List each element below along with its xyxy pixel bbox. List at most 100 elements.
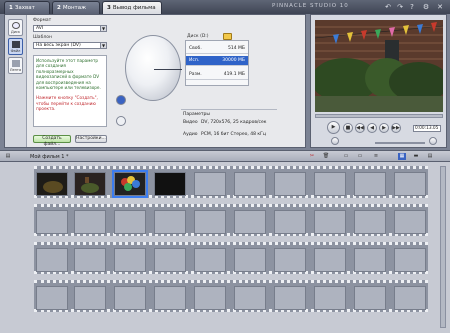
info-icon[interactable] (116, 116, 126, 126)
empty-slot[interactable] (114, 286, 146, 310)
empty-slot[interactable] (74, 286, 106, 310)
clip-thumbnail[interactable] (112, 170, 148, 198)
template-select[interactable]: На весь экран (DV) ▼ (33, 42, 107, 49)
empty-slot[interactable] (274, 286, 306, 310)
timecode-field[interactable]: 0:00:13.05 (413, 125, 441, 132)
eject-icon[interactable] (116, 95, 126, 105)
empty-slot[interactable] (74, 210, 106, 234)
effects-icon[interactable]: ≡ (372, 153, 380, 160)
empty-slot[interactable] (36, 286, 68, 310)
empty-slot[interactable] (314, 210, 346, 234)
format-label: Формат (33, 18, 52, 23)
timeline-view-icon[interactable]: ▬ (412, 153, 420, 160)
row-value: 30000 МБ (222, 58, 245, 63)
output-disc-button[interactable]: Диск (8, 19, 23, 36)
clip-thumbnail[interactable] (74, 172, 106, 196)
film-file-icon (12, 41, 20, 48)
empty-slot[interactable] (314, 248, 346, 272)
empty-slot[interactable] (274, 210, 306, 234)
empty-slot[interactable] (234, 172, 266, 196)
empty-slot[interactable] (314, 172, 346, 196)
fast-forward-button[interactable]: ▶▶ (391, 123, 401, 133)
empty-slot[interactable] (194, 248, 226, 272)
play-button[interactable]: ▶ (327, 121, 340, 134)
tab-number: 3 (107, 5, 111, 11)
redo-icon[interactable]: ↷ (396, 3, 404, 11)
empty-slot[interactable] (234, 286, 266, 310)
description-text: Используйте этот параметр для создания п… (36, 58, 101, 91)
empty-slot[interactable] (154, 286, 186, 310)
empty-slot[interactable] (114, 210, 146, 234)
empty-slot[interactable] (274, 172, 306, 196)
volume-slider[interactable] (375, 142, 425, 144)
output-file-button[interactable]: Файл (8, 38, 23, 55)
speaker-icon[interactable] (429, 137, 437, 145)
hint-text: Нажмите кнопку "Создать", чтобы перейти … (36, 95, 98, 112)
template-label: Шаблон (33, 35, 52, 40)
disk-usage-gauge (125, 35, 182, 101)
tab-make-movie[interactable]: 3 Вывод фильма (102, 1, 162, 14)
empty-slot[interactable] (194, 286, 226, 310)
folder-icon[interactable] (223, 33, 232, 40)
tab-edit[interactable]: 2 Монтаж (52, 1, 100, 14)
empty-slot[interactable] (274, 248, 306, 272)
empty-slot[interactable] (74, 248, 106, 272)
audio-toolbox-icon[interactable]: ▭ (342, 153, 350, 160)
output-type-column: Диск Файл Лента (5, 15, 27, 147)
clip-thumbnail-image (75, 173, 105, 195)
empty-slot[interactable] (394, 210, 426, 234)
row-key: Разм. (189, 72, 202, 77)
delete-icon[interactable]: 🗑 (322, 153, 330, 160)
empty-slot[interactable] (36, 210, 68, 234)
empty-slot[interactable] (36, 248, 68, 272)
param-value: PCM, 16 бит Стерео, 48 кГц (201, 132, 266, 137)
empty-slot[interactable] (114, 248, 146, 272)
step-forward-button[interactable]: ▶ (379, 123, 389, 133)
param-key: Аудио (183, 132, 198, 137)
step-back-button[interactable]: ◀ (367, 123, 377, 133)
settings-button[interactable]: Настройки... (75, 135, 107, 143)
create-file-button[interactable]: Создать файл... (33, 135, 71, 147)
empty-slot[interactable] (154, 210, 186, 234)
empty-slot[interactable] (194, 210, 226, 234)
empty-slot[interactable] (314, 286, 346, 310)
format-select[interactable]: AVI ▼ (33, 25, 107, 32)
storyboard-strip (34, 280, 428, 312)
split-clip-icon[interactable]: ✂ (308, 153, 316, 160)
empty-slot[interactable] (234, 248, 266, 272)
empty-slot[interactable] (194, 172, 226, 196)
disk-space-table: Своб. 514 МБ Исп. 30000 МБ Разм. 419.1 М… (185, 40, 249, 86)
close-icon[interactable]: ✕ (436, 3, 444, 11)
undo-icon[interactable]: ↶ (384, 3, 392, 11)
settings-icon[interactable]: ⚙ (422, 3, 430, 11)
help-icon[interactable]: ? (408, 3, 416, 11)
tab-capture[interactable]: 1 Захват (4, 1, 50, 14)
empty-slot[interactable] (354, 210, 386, 234)
storyboard-view-icon[interactable]: ▦ (398, 153, 406, 160)
table-row: Исп. 30000 МБ (186, 56, 248, 66)
empty-slot[interactable] (354, 172, 386, 196)
clip-thumbnail[interactable] (36, 172, 68, 196)
storyboard-scrollbar[interactable] (440, 166, 446, 328)
playback-progress[interactable] (315, 114, 443, 118)
empty-slot[interactable] (354, 248, 386, 272)
empty-slot[interactable] (394, 248, 426, 272)
video-preview (315, 20, 443, 112)
tape-icon (12, 60, 20, 67)
param-key: Видео (183, 120, 198, 125)
text-view-icon[interactable]: ▤ (426, 153, 434, 160)
fullscreen-icon[interactable] (331, 137, 339, 145)
clip-thumbnail[interactable] (154, 172, 186, 196)
video-toolbox-icon[interactable]: ▭ (356, 153, 364, 160)
tab-label: Вывод фильма (112, 5, 156, 11)
empty-slot[interactable] (354, 286, 386, 310)
stop-button[interactable]: ■ (343, 123, 353, 133)
tool-label: Диск (10, 30, 21, 34)
rewind-button[interactable]: ◀◀ (355, 123, 365, 133)
empty-slot[interactable] (394, 286, 426, 310)
chevron-down-icon: ▼ (100, 43, 106, 48)
output-tape-button[interactable]: Лента (8, 57, 23, 74)
empty-slot[interactable] (234, 210, 266, 234)
empty-slot[interactable] (394, 172, 426, 196)
empty-slot[interactable] (154, 248, 186, 272)
